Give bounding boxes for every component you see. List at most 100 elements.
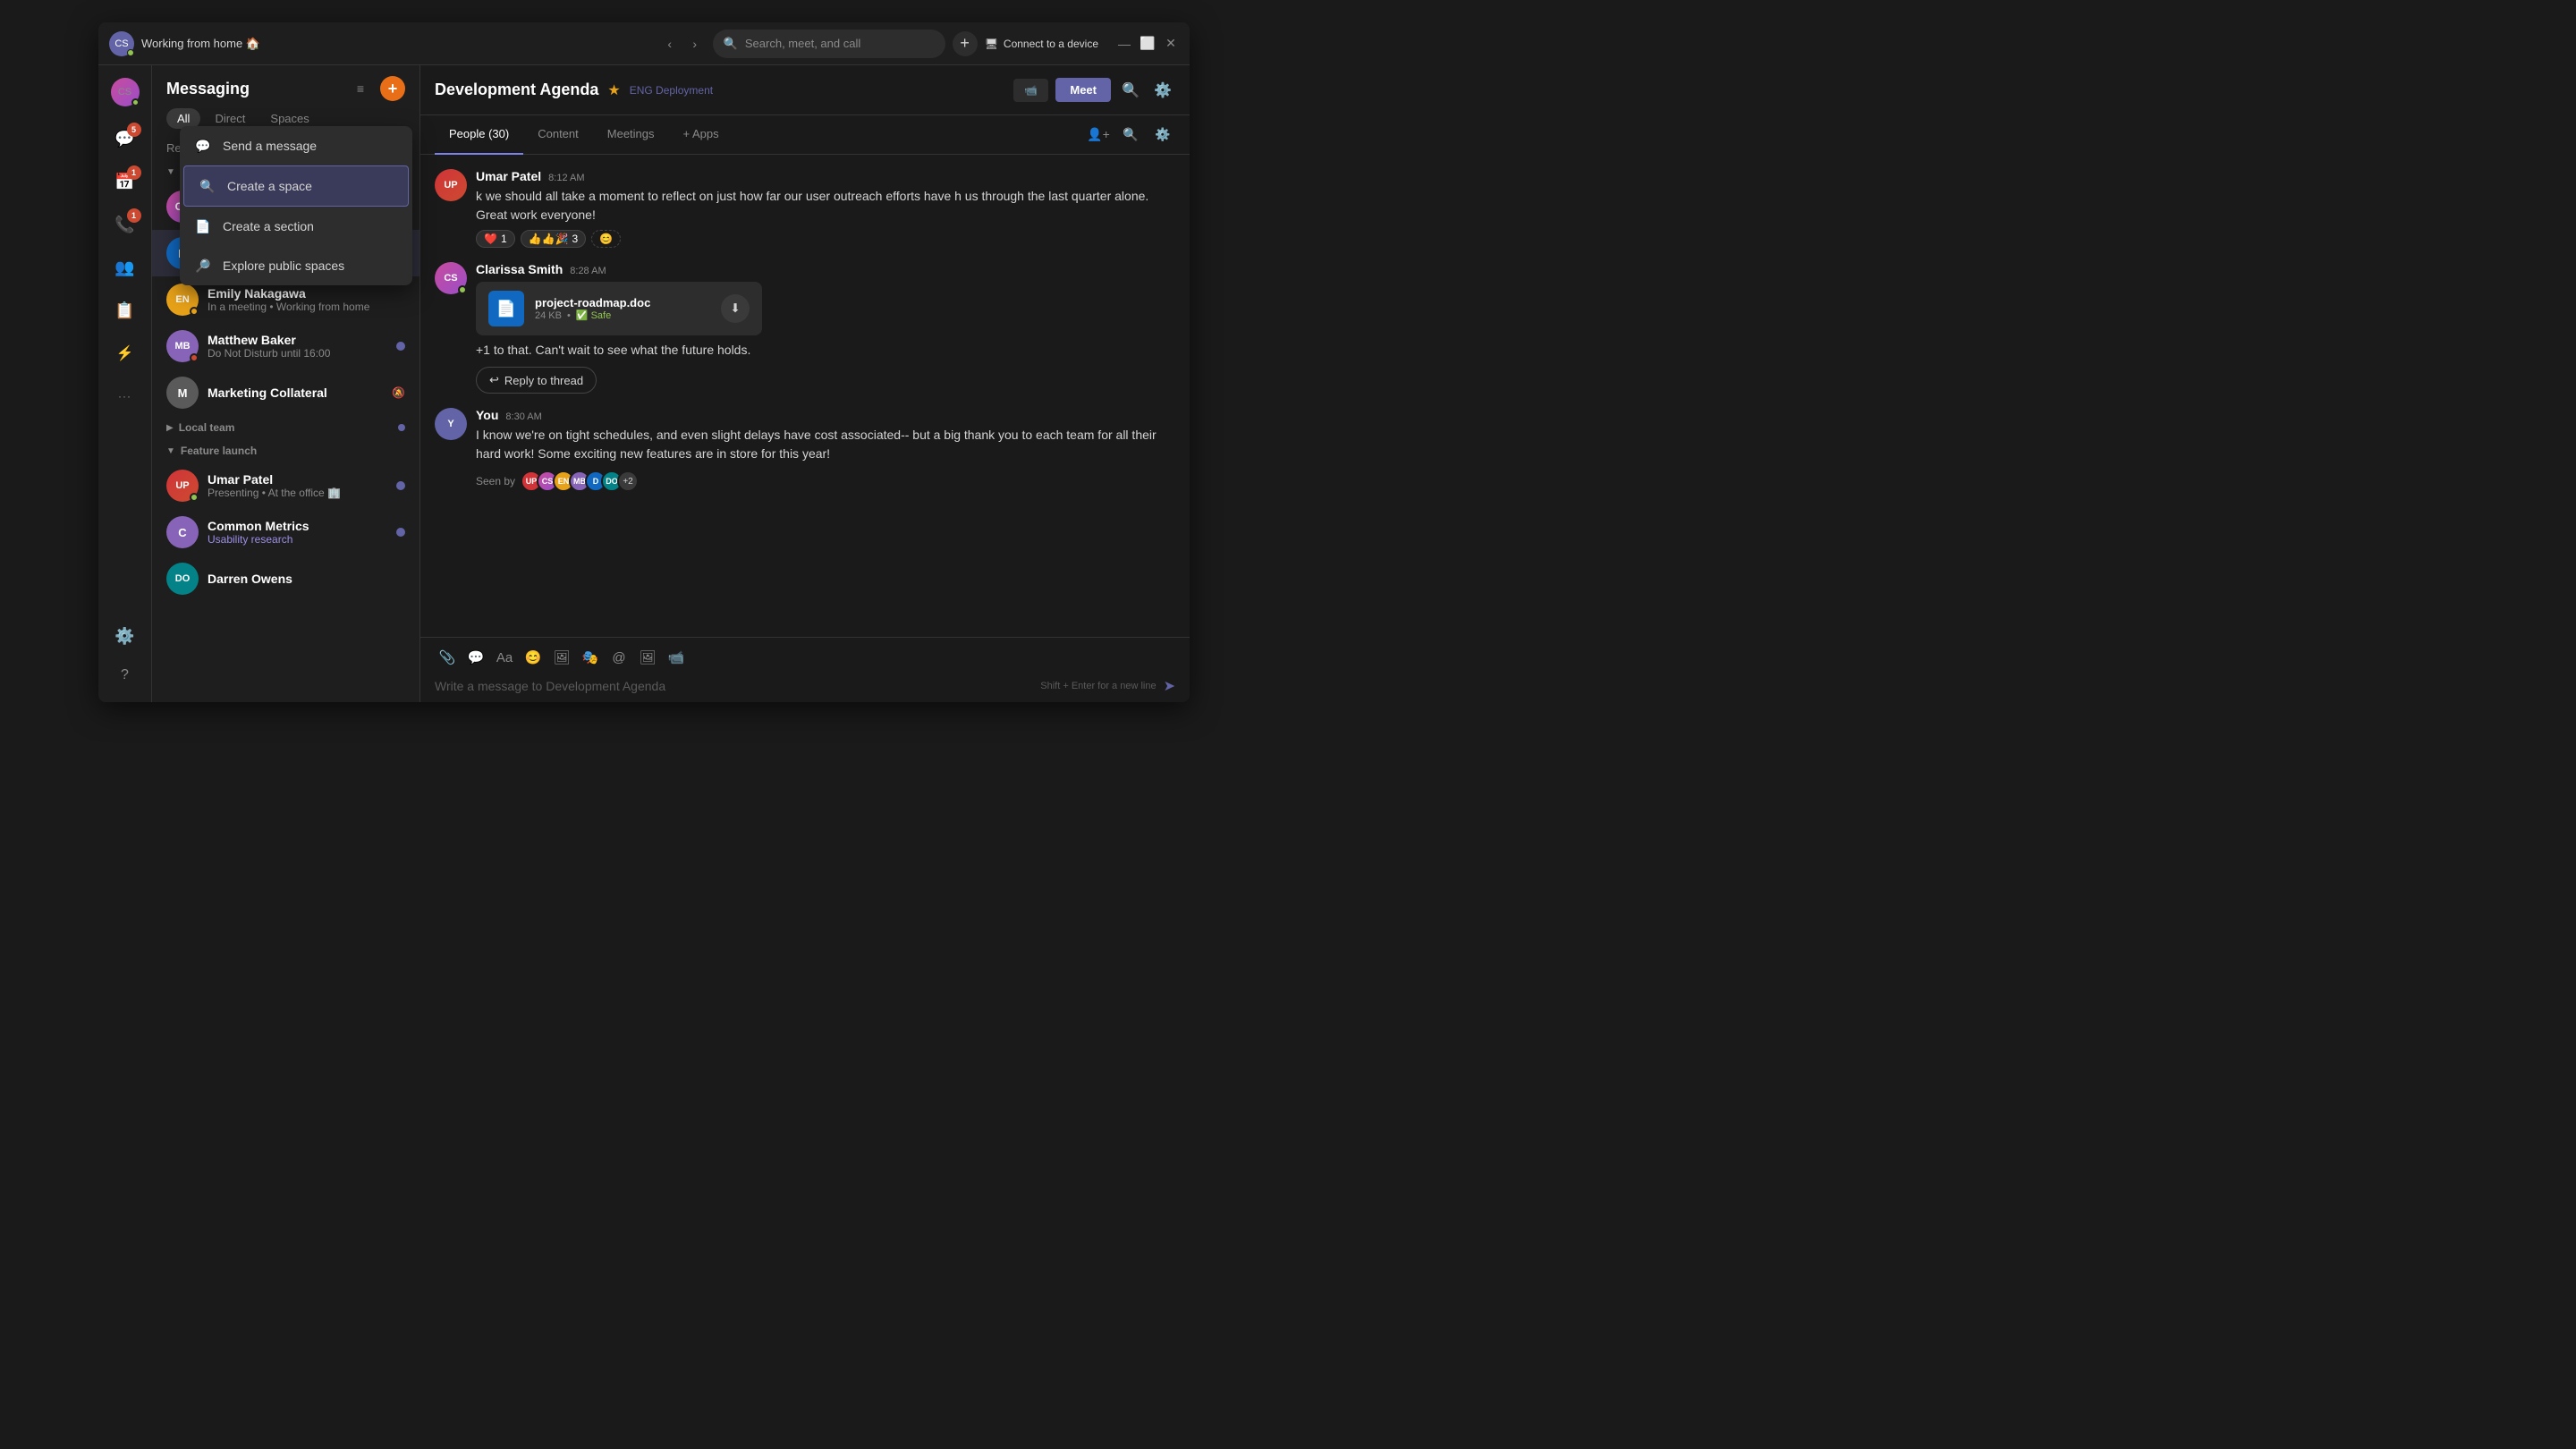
image-button[interactable]: 🖼 <box>635 645 660 670</box>
umar-sub: Presenting • At the office 🏢 <box>208 487 387 499</box>
umar-msg-author: Umar Patel <box>476 169 541 183</box>
video-message-button[interactable]: 📹 <box>664 645 689 670</box>
sidebar-item-activity[interactable]: ⚡ <box>106 334 145 373</box>
chat-item-common-metrics[interactable]: C Common Metrics Usability research <box>152 509 419 555</box>
sidebar-item-chat[interactable]: 💬 5 <box>106 119 145 158</box>
attach-button[interactable]: 📎 <box>435 645 460 670</box>
search-button[interactable]: 🔍 <box>1118 78 1143 103</box>
dropdown-send-message[interactable]: 💬 Send a message <box>180 126 412 165</box>
file-meta: 24 KB • ✅ Safe <box>535 309 710 321</box>
file-doc-icon: 📄 <box>488 291 524 326</box>
feature-launch-label: Feature launch <box>181 445 257 457</box>
tab-meetings[interactable]: Meetings <box>593 115 669 155</box>
sidebar-item-boards[interactable]: 📋 <box>106 291 145 330</box>
gif-button[interactable]: 🖼 <box>549 645 574 670</box>
tab-content[interactable]: Content <box>523 115 593 155</box>
download-button[interactable]: ⬇ <box>721 294 750 323</box>
seen-by: Seen by UP CS EN MB D DO +2 <box>476 470 1175 492</box>
dropdown-explore-spaces[interactable]: 🔎 Explore public spaces <box>180 246 412 285</box>
user-avatar: CS <box>109 31 134 56</box>
section-local-team[interactable]: ▶ Local team <box>152 416 419 439</box>
reaction-add[interactable]: 😊 <box>591 230 621 248</box>
search-bar[interactable]: 🔍 Search, meet, and call <box>713 30 945 58</box>
close-button[interactable]: ✕ <box>1163 36 1179 52</box>
add-people-icon-button[interactable]: 👤+ <box>1086 123 1111 148</box>
thumbs-emoji: 👍👍🎉 <box>529 233 569 245</box>
filter-icon-button[interactable]: ≡ <box>348 76 373 101</box>
dropdown-create-section[interactable]: 📄 Create a section <box>180 207 412 246</box>
chat-item-darren[interactable]: DO Darren Owens <box>152 555 419 602</box>
umar-msg-content: Umar Patel 8:12 AM k we should all take … <box>476 169 1175 248</box>
message-clarissa: CS Clarissa Smith 8:28 AM 📄 project-road… <box>435 262 1175 394</box>
sidebar-item-settings[interactable]: ⚙️ <box>106 616 145 656</box>
video-call-button[interactable]: 📹 <box>1013 79 1048 102</box>
settings-icon: ⚙️ <box>114 627 134 646</box>
calendar-badge: 1 <box>127 165 141 180</box>
search-channel-button[interactable]: 🔍 <box>1118 123 1143 148</box>
create-section-icon: 📄 <box>194 217 212 235</box>
window-title: Working from home 🏠 <box>141 37 652 51</box>
input-field[interactable]: Write a message to Development Agenda Sh… <box>435 677 1175 695</box>
tab-people[interactable]: People (30) <box>435 115 523 155</box>
chevron-right-icon: ▶ <box>166 423 174 433</box>
chat-item-marketing[interactable]: M Marketing Collateral 🔕 <box>152 369 419 416</box>
main-layout: CS 💬 5 📅 1 📞 1 👥 📋 <box>98 65 1190 702</box>
messages-area: UP Umar Patel 8:12 AM k we should all ta… <box>420 155 1190 637</box>
emily-name: Emily Nakagawa <box>208 286 405 301</box>
emily-info: Emily Nakagawa In a meeting • Working fr… <box>208 286 405 313</box>
connect-device-button[interactable]: 🖥 Connect to a device <box>985 38 1098 50</box>
new-message-button[interactable]: + <box>380 76 405 101</box>
chat-main: Development Agenda ★ ENG Deployment 📹 Me… <box>420 65 1190 702</box>
add-button[interactable]: + <box>953 31 978 56</box>
matthew-sub: Do Not Disturb until 16:00 <box>208 347 387 360</box>
chat-title: Development Agenda <box>435 80 598 99</box>
matthew-avatar: MB <box>166 330 199 362</box>
monitor-icon: 🖥 <box>985 38 998 50</box>
meet-button[interactable]: Meet <box>1055 78 1111 102</box>
file-info: project-roadmap.doc 24 KB • ✅ Safe <box>535 296 710 321</box>
file-size: 24 KB <box>535 310 562 321</box>
file-attachment: 📄 project-roadmap.doc 24 KB • ✅ Safe ⬇ <box>476 282 762 335</box>
channel-settings-button[interactable]: ⚙️ <box>1150 123 1175 148</box>
sidebar-item-calls[interactable]: 📞 1 <box>106 205 145 244</box>
reaction-heart[interactable]: ❤️ 1 <box>476 230 515 248</box>
message-placeholder[interactable]: Write a message to Development Agenda <box>435 679 1033 693</box>
thread-button[interactable]: 💬 <box>463 645 488 670</box>
reaction-thumbs[interactable]: 👍👍🎉 3 <box>521 230 587 248</box>
sidebar-item-people[interactable]: 👥 <box>106 248 145 287</box>
dropdown-menu: 💬 Send a message 🔍 Create a space 📄 Crea… <box>180 126 412 285</box>
people-icon: 👥 <box>114 258 134 277</box>
mention-button[interactable]: @ <box>606 645 631 670</box>
you-msg-text: I know we're on tight schedules, and eve… <box>476 426 1175 463</box>
clarissa-msg-header: Clarissa Smith 8:28 AM <box>476 262 1175 276</box>
tab-apps[interactable]: + Apps <box>669 115 733 155</box>
sidebar-item-help[interactable]: ? <box>106 656 145 695</box>
back-button[interactable]: ‹ <box>659 33 681 55</box>
chat-item-umar[interactable]: UP Umar Patel Presenting • At the office… <box>152 462 419 509</box>
minimize-button[interactable]: — <box>1116 36 1132 52</box>
clarissa-msg-text: +1 to that. Can't wait to see what the f… <box>476 341 1175 360</box>
message-you: Y You 8:30 AM I know we're on tight sche… <box>435 408 1175 492</box>
chat-item-matthew[interactable]: MB Matthew Baker Do Not Disturb until 16… <box>152 323 419 369</box>
explore-spaces-icon: 🔎 <box>194 257 212 275</box>
section-feature-launch[interactable]: ▼ Feature launch <box>152 439 419 462</box>
settings-button[interactable]: ⚙️ <box>1150 78 1175 103</box>
sticker-button[interactable]: 🎭 <box>578 645 603 670</box>
mute-icon: 🔕 <box>392 386 405 399</box>
boards-icon: 📋 <box>114 301 134 320</box>
send-button[interactable]: ➤ <box>1164 677 1175 695</box>
local-team-label: Local team <box>179 421 235 434</box>
dropdown-create-space[interactable]: 🔍 Create a space <box>183 165 409 207</box>
maximize-button[interactable]: ⬜ <box>1140 36 1156 52</box>
add-reaction-icon: 😊 <box>599 233 613 245</box>
sidebar-item-calendar[interactable]: 📅 1 <box>106 162 145 201</box>
marketing-name: Marketing Collateral <box>208 386 383 400</box>
messaging-header: Messaging ≡ + <box>152 65 419 101</box>
send-message-label: Send a message <box>223 139 317 153</box>
forward-button[interactable]: › <box>684 33 706 55</box>
emoji-button[interactable]: 😊 <box>521 645 546 670</box>
user-profile-icon[interactable]: CS <box>106 72 145 112</box>
reply-thread-button[interactable]: ↩ Reply to thread <box>476 367 597 394</box>
format-button[interactable]: Aa <box>492 645 517 670</box>
sidebar-item-more[interactable]: ··· <box>106 377 145 416</box>
